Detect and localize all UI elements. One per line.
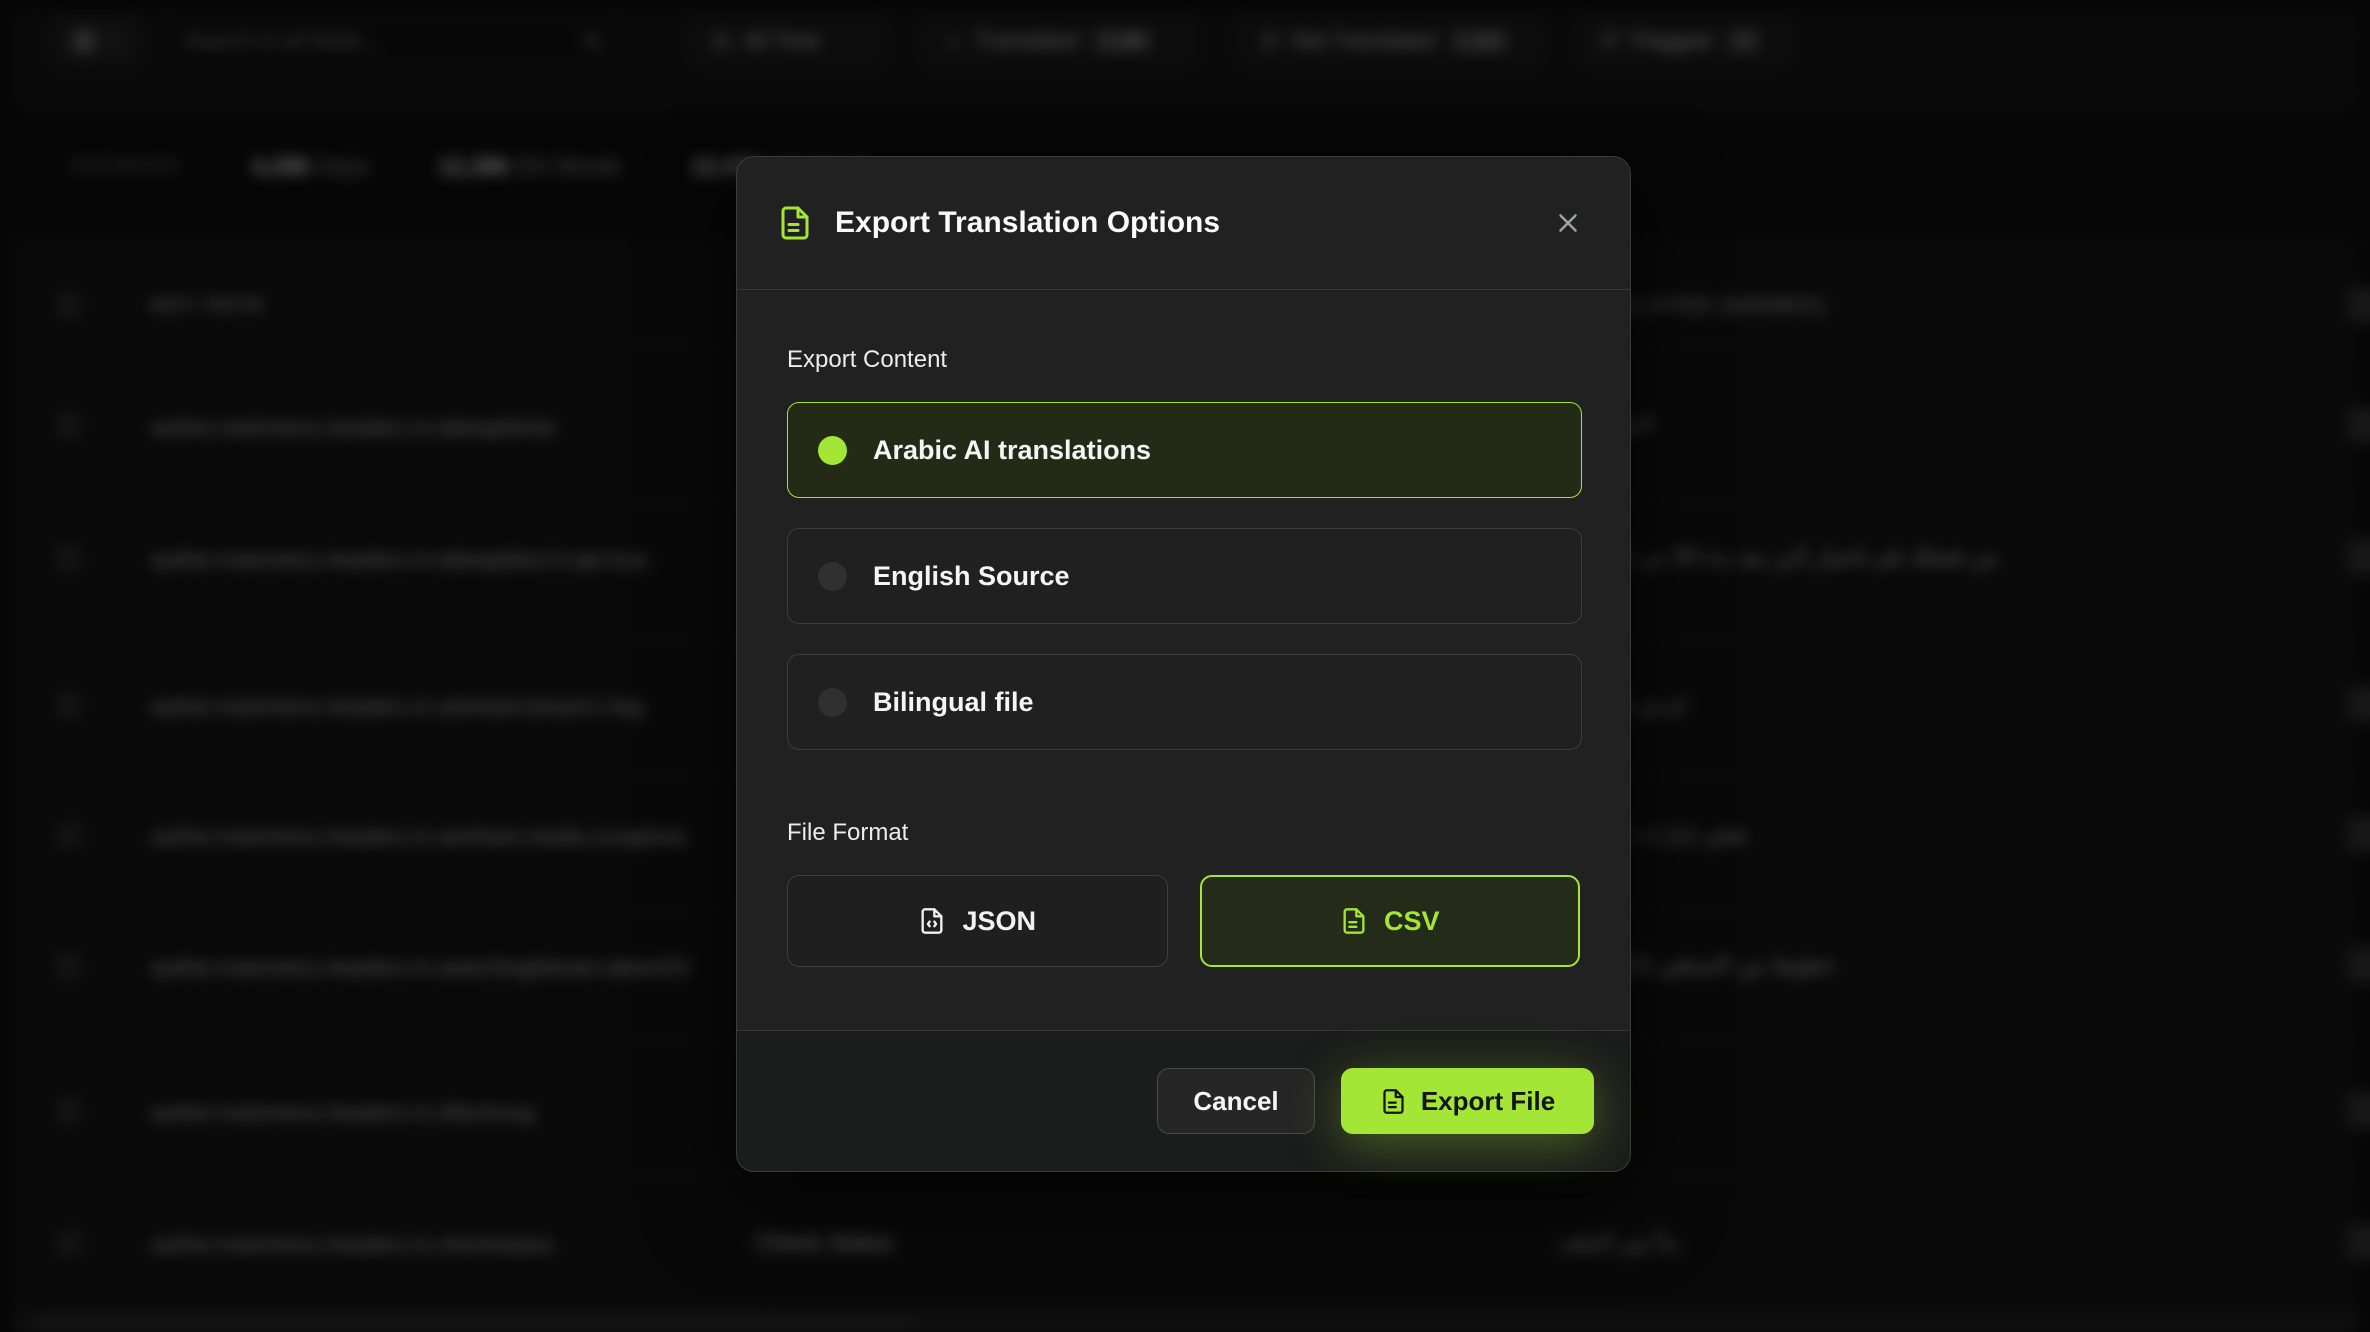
file-format-row: JSON CSV	[787, 875, 1580, 967]
file-text-icon	[1340, 907, 1368, 935]
export-button-label: Export File	[1421, 1086, 1555, 1117]
close-button[interactable]	[1546, 201, 1590, 245]
radio-selected-icon	[818, 436, 847, 465]
export-content-label: Export Content	[787, 346, 1580, 374]
file-format-label: File Format	[787, 819, 1580, 847]
option-label: Arabic AI translations	[873, 435, 1151, 466]
format-json-button[interactable]: JSON	[787, 875, 1168, 967]
file-json-icon	[918, 907, 946, 935]
cancel-button-label: Cancel	[1193, 1086, 1278, 1117]
option-arabic-ai-translations[interactable]: Arabic AI translations	[787, 402, 1582, 498]
radio-unselected-icon	[818, 688, 847, 717]
export-translation-dialog: Export Translation Options Export Conten…	[736, 156, 1631, 1172]
dialog-title: Export Translation Options	[835, 206, 1220, 240]
format-label: JSON	[962, 906, 1036, 937]
file-text-icon	[777, 205, 813, 241]
radio-unselected-icon	[818, 562, 847, 591]
option-label: English Source	[873, 561, 1070, 592]
format-label: CSV	[1384, 906, 1440, 937]
dialog-footer: Cancel Export File	[737, 1030, 1630, 1171]
option-bilingual-file[interactable]: Bilingual file	[787, 654, 1582, 750]
option-english-source[interactable]: English Source	[787, 528, 1582, 624]
export-file-button[interactable]: Export File	[1341, 1068, 1594, 1134]
dialog-header: Export Translation Options	[737, 157, 1630, 290]
cancel-button[interactable]: Cancel	[1157, 1068, 1315, 1134]
option-label: Bilingual file	[873, 687, 1034, 718]
file-text-icon	[1380, 1088, 1407, 1115]
format-csv-button[interactable]: CSV	[1200, 875, 1581, 967]
dialog-body: Export Content Arabic AI translations En…	[737, 346, 1630, 967]
app-stage: All Time Translated 3,186 Not Translated…	[0, 0, 2370, 1332]
